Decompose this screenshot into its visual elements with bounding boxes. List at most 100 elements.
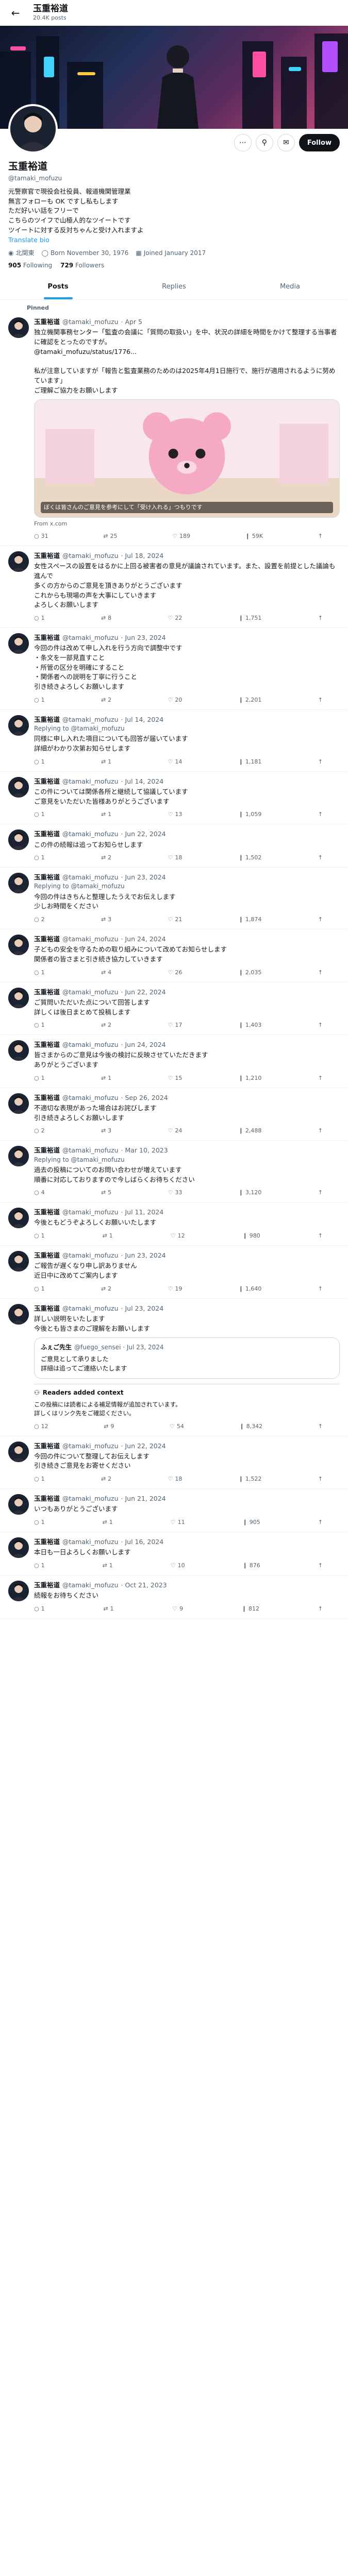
avatar[interactable] <box>8 1040 29 1061</box>
avatar[interactable] <box>8 1093 29 1114</box>
media-source[interactable]: From x.com <box>34 520 340 528</box>
avatar[interactable] <box>8 935 29 956</box>
repost-button[interactable]: ⇄ 2 <box>101 1021 111 1029</box>
repost-button[interactable]: ⇄ 1 <box>103 1562 113 1570</box>
reply-button[interactable]: ○ 2 <box>34 916 45 924</box>
repost-button[interactable]: ⇄ 5 <box>101 1189 111 1197</box>
like-button[interactable]: ♡ 22 <box>168 614 182 622</box>
share-button[interactable]: ↑ <box>318 1127 323 1135</box>
tweet-author-handle[interactable]: @tamaki_mofuzu <box>62 551 119 561</box>
tweet-author-name[interactable]: 玉重裕道 <box>34 551 60 561</box>
reply-button[interactable]: ○ 1 <box>34 1285 45 1293</box>
share-button[interactable]: ↑ <box>318 810 323 819</box>
views-button[interactable]: ❙ 980 <box>243 1232 260 1240</box>
tweet[interactable]: 玉重裕道 @tamaki_mofuzu · Jul 16, 2024 本日も一日よろし… <box>0 1532 348 1575</box>
tweet-reply-to[interactable]: Replying to @tamaki_mofuzu <box>34 1156 340 1164</box>
translate-bio-link[interactable]: Translate bio <box>8 235 340 245</box>
like-button[interactable]: ♡ 54 <box>170 1422 184 1431</box>
share-button[interactable]: ↑ <box>318 1021 323 1029</box>
repost-button[interactable]: ⇄ 2 <box>101 1475 111 1483</box>
share-button[interactable]: ↑ <box>318 916 323 924</box>
views-button[interactable]: ❙ 1,059 <box>239 810 262 819</box>
tweet-date[interactable]: · Jul 11, 2024 <box>121 1208 164 1217</box>
tweet-author-handle[interactable]: @tamaki_mofuzu <box>62 1208 119 1217</box>
tweet[interactable]: 玉重裕道 @tamaki_mofuzu · Jun 23, 2024 今回の件は改めて… <box>0 628 348 710</box>
like-button[interactable]: ♡ 20 <box>168 696 182 704</box>
like-button[interactable]: ♡ 9 <box>172 1605 183 1613</box>
reply-button[interactable]: ○ 1 <box>34 854 45 862</box>
share-button[interactable]: ↑ <box>318 758 323 766</box>
repost-button[interactable]: ⇄ 1 <box>101 758 111 766</box>
views-button[interactable]: ❙ 1,403 <box>239 1021 262 1029</box>
views-button[interactable]: ❙ 8,342 <box>239 1422 262 1431</box>
tweet-author-handle[interactable]: @tamaki_mofuzu <box>62 988 119 997</box>
tweet-author-handle[interactable]: @tamaki_mofuzu <box>62 1581 119 1590</box>
share-button[interactable]: ↑ <box>318 1074 323 1082</box>
tweet-date[interactable]: · Mar 10, 2023 <box>121 1146 168 1155</box>
tweet-date[interactable]: · Jun 22, 2024 <box>121 1442 166 1451</box>
tweet-date[interactable]: · Jun 22, 2024 <box>121 829 166 839</box>
tweet-date[interactable]: · Jun 22, 2024 <box>121 988 166 997</box>
views-button[interactable]: ❙ 1,502 <box>239 854 262 862</box>
repost-button[interactable]: ⇄ 2 <box>101 854 111 862</box>
tab-posts[interactable]: Posts <box>0 275 116 299</box>
tweet-date[interactable]: · Jul 14, 2024 <box>121 777 164 786</box>
tweet-author-name[interactable]: 玉重裕道 <box>34 935 60 944</box>
repost-button[interactable]: ⇄ 1 <box>103 1605 113 1613</box>
like-button[interactable]: ♡ 18 <box>168 1475 182 1483</box>
tweet-author-name[interactable]: 玉重裕道 <box>34 1251 60 1260</box>
like-button[interactable]: ♡ 21 <box>168 916 182 924</box>
tweet-author-name[interactable]: 玉重裕道 <box>34 1208 60 1217</box>
tweet[interactable]: 玉重裕道 @tamaki_mofuzu · Jun 21, 2024 いつもありがとう… <box>0 1489 348 1532</box>
views-button[interactable]: ❙ 2,201 <box>239 696 262 704</box>
share-button[interactable]: ↑ <box>318 1232 323 1240</box>
tweet-date[interactable]: · Jul 14, 2024 <box>121 715 164 724</box>
reply-button[interactable]: ○ 1 <box>34 810 45 819</box>
repost-button[interactable]: ⇄ 1 <box>101 810 111 819</box>
like-button[interactable]: ♡ 26 <box>168 969 182 977</box>
avatar[interactable] <box>8 829 29 851</box>
share-button[interactable]: ↑ <box>318 969 323 977</box>
tweet[interactable]: 玉重裕道 @tamaki_mofuzu · Jun 22, 2024 今回の件について… <box>0 1436 348 1489</box>
tweet-author-handle[interactable]: @tamaki_mofuzu <box>62 1304 119 1313</box>
views-button[interactable]: ❙ 905 <box>243 1518 260 1527</box>
tweet-author-name[interactable]: 玉重裕道 <box>34 1040 60 1049</box>
more-options-icon[interactable]: ⋯ <box>234 134 252 151</box>
reply-button[interactable]: ○ 1 <box>34 1232 45 1240</box>
tweet-author-name[interactable]: 玉重裕道 <box>34 317 60 327</box>
views-button[interactable]: ❙ 59K <box>245 532 263 540</box>
avatar[interactable] <box>8 1303 29 1325</box>
tweet[interactable]: 玉重裕道 @tamaki_mofuzu · Jul 14, 2024 この件については… <box>0 772 348 825</box>
follow-button[interactable]: Follow <box>299 134 340 151</box>
views-button[interactable]: ❙ 2,035 <box>239 969 262 977</box>
avatar[interactable] <box>8 633 29 654</box>
avatar[interactable] <box>8 551 29 572</box>
views-button[interactable]: ❙ 1,181 <box>239 758 262 766</box>
tweet[interactable]: 玉重裕道 @tamaki_mofuzu · Oct 21, 2023 続報をお待ちくだ… <box>0 1575 348 1619</box>
avatar[interactable] <box>8 1251 29 1272</box>
like-button[interactable]: ♡ 24 <box>168 1127 182 1135</box>
tweet-author-handle[interactable]: @tamaki_mofuzu <box>62 1494 119 1503</box>
like-button[interactable]: ♡ 33 <box>168 1189 182 1197</box>
share-button[interactable]: ↑ <box>318 1189 323 1197</box>
tweet-author-handle[interactable]: @tamaki_mofuzu <box>62 1442 119 1451</box>
tweet-author-name[interactable]: 玉重裕道 <box>34 715 60 724</box>
share-button[interactable]: ↑ <box>318 696 323 704</box>
following-link[interactable]: 905 Following <box>8 261 52 270</box>
tweet-date[interactable]: · Jun 23, 2024 <box>121 633 166 642</box>
share-button[interactable]: ↑ <box>318 1475 323 1483</box>
reply-button[interactable]: ○ 12 <box>34 1422 48 1431</box>
avatar[interactable] <box>8 1146 29 1167</box>
tweet-author-name[interactable]: 玉重裕道 <box>34 1442 60 1451</box>
tweet[interactable]: 玉重裕道 @tamaki_mofuzu · Jul 18, 2024 女性スペースの設… <box>0 546 348 629</box>
like-button[interactable]: ♡ 14 <box>168 758 182 766</box>
tweet-date[interactable]: · Oct 21, 2023 <box>121 1581 167 1590</box>
reply-button[interactable]: ○ 1 <box>34 1021 45 1029</box>
tweet[interactable]: 玉重裕道 @tamaki_mofuzu · Jul 23, 2024 詳しい説明をいた… <box>0 1299 348 1436</box>
reply-button[interactable]: ○ 31 <box>34 532 48 540</box>
tweet[interactable]: 玉重裕道 @tamaki_mofuzu · Jul 11, 2024 今後ともどうぞよ… <box>0 1202 348 1246</box>
like-button[interactable]: ♡ 11 <box>171 1518 185 1527</box>
avatar[interactable] <box>8 987 29 1008</box>
tweet-date[interactable]: · Jun 24, 2024 <box>121 1040 166 1049</box>
tweet-author-name[interactable]: 玉重裕道 <box>34 777 60 786</box>
